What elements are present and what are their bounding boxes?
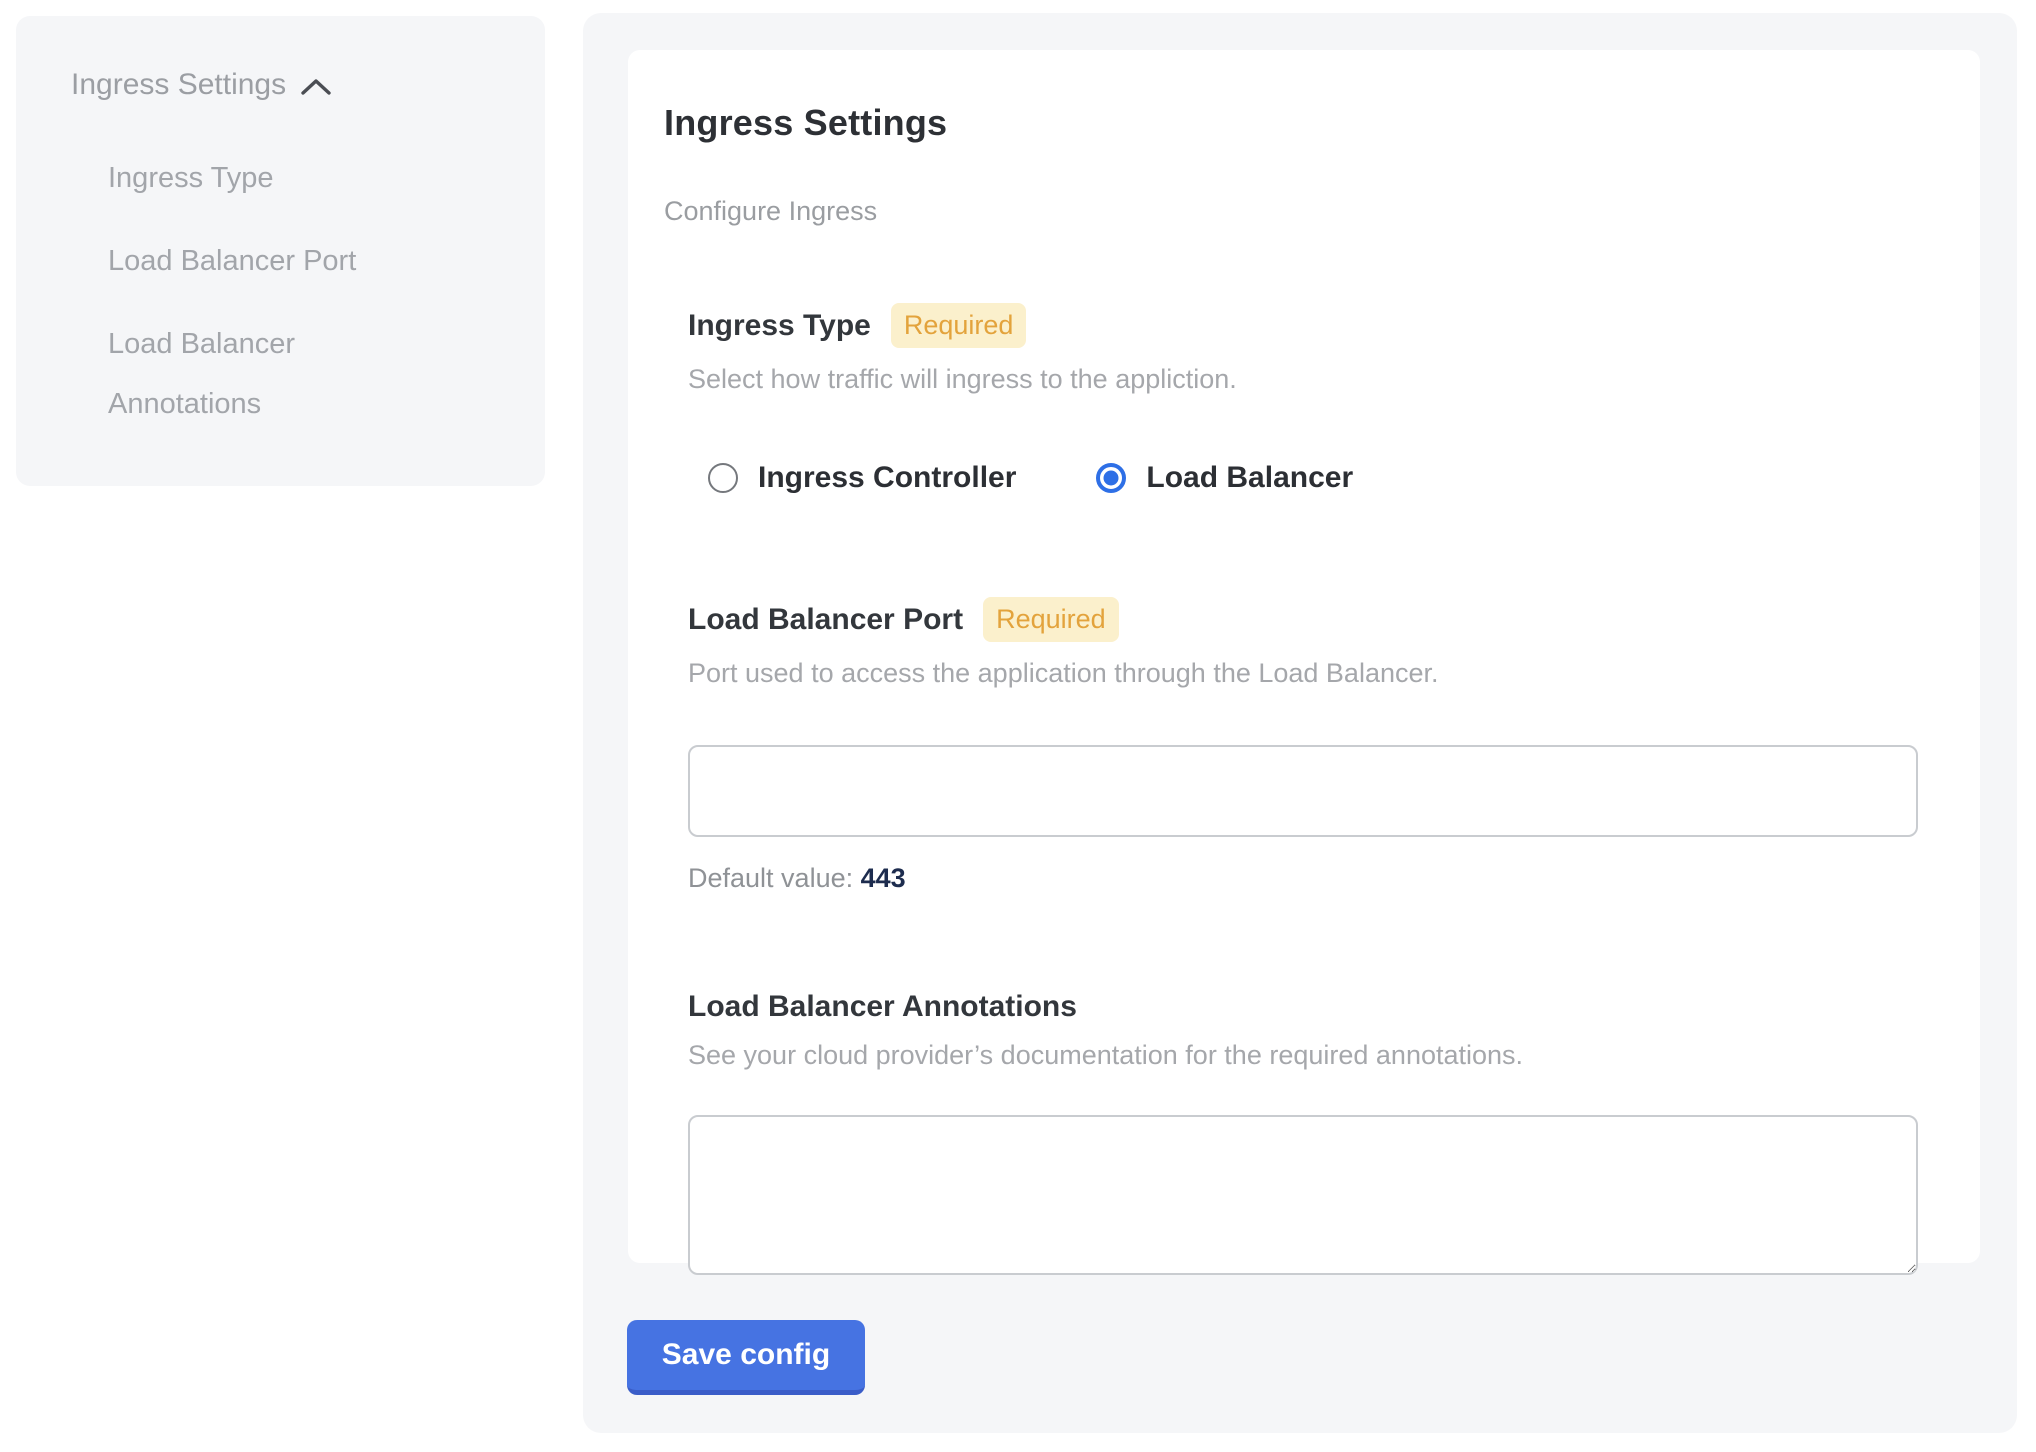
radio-option-load-balancer[interactable]: Load Balancer xyxy=(1096,461,1353,495)
sidebar-item-load-balancer-port[interactable]: Load Balancer Port xyxy=(108,231,418,291)
settings-sections: Ingress Type Required Select how traffic… xyxy=(688,303,1918,1275)
default-value-label: Default value: xyxy=(688,863,853,893)
ingress-settings-panel: Ingress Settings Configure Ingress Ingre… xyxy=(583,13,2017,1433)
radio-label: Ingress Controller xyxy=(758,461,1016,495)
default-value-helper: Default value: 443 xyxy=(688,863,1918,894)
load-balancer-annotations-label-row: Load Balancer Annotations xyxy=(688,990,1918,1024)
sidebar-item-ingress-type[interactable]: Ingress Type xyxy=(108,148,418,208)
load-balancer-port-description: Port used to access the application thro… xyxy=(688,658,1918,689)
load-balancer-port-input[interactable] xyxy=(688,745,1918,837)
required-badge: Required xyxy=(891,303,1027,348)
load-balancer-annotations-textarea[interactable] xyxy=(688,1115,1918,1275)
sidebar-group-ingress-settings[interactable]: Ingress Settings xyxy=(71,68,505,102)
section-ingress-type: Ingress Type Required Select how traffic… xyxy=(688,303,1918,495)
default-value-number: 443 xyxy=(861,863,906,893)
section-load-balancer-port: Load Balancer Port Required Port used to… xyxy=(688,597,1918,894)
radio-label: Load Balancer xyxy=(1146,461,1353,495)
radio-option-ingress-controller[interactable]: Ingress Controller xyxy=(708,461,1016,495)
save-config-button[interactable]: Save config xyxy=(627,1320,865,1395)
load-balancer-port-label: Load Balancer Port xyxy=(688,603,963,637)
ingress-type-description: Select how traffic will ingress to the a… xyxy=(688,364,1918,395)
section-load-balancer-annotations: Load Balancer Annotations See your cloud… xyxy=(688,990,1918,1275)
radio-button-icon[interactable] xyxy=(1096,463,1126,493)
settings-nav-sidebar: Ingress Settings Ingress Type Load Balan… xyxy=(16,16,545,486)
radio-button-icon[interactable] xyxy=(708,463,738,493)
sidebar-group-label: Ingress Settings xyxy=(71,68,286,102)
ingress-settings-card: Ingress Settings Configure Ingress Ingre… xyxy=(628,50,1980,1263)
load-balancer-annotations-label: Load Balancer Annotations xyxy=(688,990,1077,1024)
page-subtitle: Configure Ingress xyxy=(664,196,1918,227)
chevron-up-icon xyxy=(300,77,332,97)
sidebar-item-load-balancer-annotations[interactable]: Load Balancer Annotations xyxy=(108,314,418,434)
ingress-type-label: Ingress Type xyxy=(688,309,871,343)
ingress-type-radio-group: Ingress Controller Load Balancer xyxy=(688,461,1918,495)
page-title: Ingress Settings xyxy=(664,102,1918,144)
load-balancer-port-label-row: Load Balancer Port Required xyxy=(688,597,1918,642)
required-badge: Required xyxy=(983,597,1119,642)
load-balancer-annotations-description: See your cloud provider’s documentation … xyxy=(688,1040,1918,1071)
sidebar-item-list: Ingress Type Load Balancer Port Load Bal… xyxy=(71,148,505,434)
ingress-type-label-row: Ingress Type Required xyxy=(688,303,1918,348)
